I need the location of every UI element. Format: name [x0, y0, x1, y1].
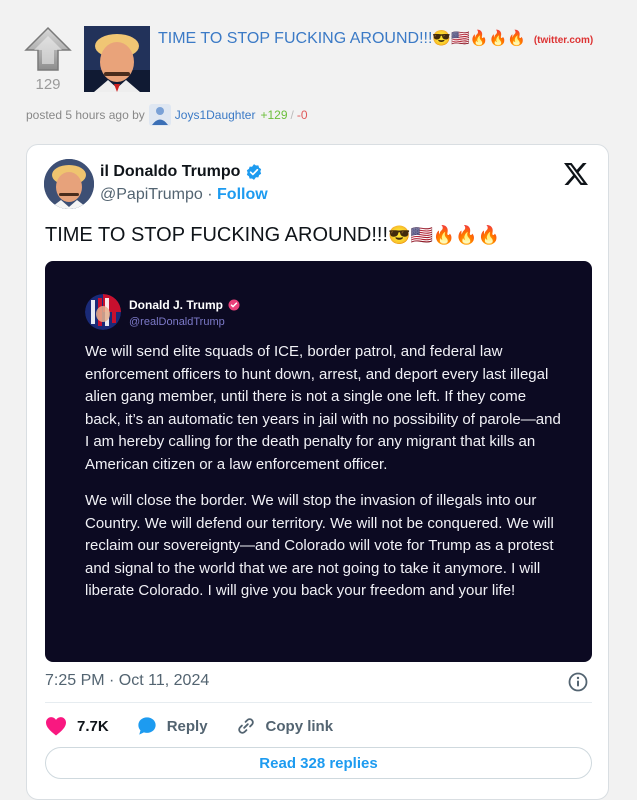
quoted-paragraph: We will send elite squads of ICE, border… — [85, 343, 561, 473]
vote-widget: 129 — [22, 26, 74, 96]
reply-button[interactable]: Reply — [137, 716, 208, 736]
copy-link-button[interactable]: Copy link — [236, 716, 334, 736]
vote-separator: / — [290, 108, 294, 122]
quoted-display-name: Donald J. Trump — [129, 298, 240, 312]
post-domain[interactable]: (twitter.com) — [534, 35, 593, 46]
handle-dot: · — [202, 186, 218, 203]
vote-score: 129 — [35, 76, 61, 93]
post-meta: posted 5 hours ago by Joys1Daughter +129… — [26, 104, 308, 126]
tweet-display-name[interactable]: il Donaldo Trumpo — [100, 163, 263, 181]
tweet-text-emoji: 😎🇺🇸🔥🔥🔥 — [388, 225, 501, 245]
quoted-author-avatar — [85, 294, 121, 330]
post-title[interactable]: TIME TO STOP FUCKING AROUND!!!😎🇺🇸🔥🔥🔥 (twi… — [158, 29, 628, 51]
read-replies-label[interactable]: Read 328 replies — [259, 755, 377, 772]
verified-badge-icon — [228, 299, 240, 311]
read-replies-button[interactable]: Read 328 replies — [45, 747, 592, 779]
x-logo-icon[interactable] — [564, 163, 588, 185]
tweet-author-avatar[interactable] — [44, 159, 94, 209]
upvote-arrow-icon[interactable] — [22, 26, 74, 72]
tweet-text: TIME TO STOP FUCKING AROUND!!!😎🇺🇸🔥🔥🔥 — [45, 224, 500, 247]
tweet-text-body: TIME TO STOP FUCKING AROUND!!! — [45, 224, 389, 246]
heart-icon — [46, 717, 66, 736]
tweet-handle-row: @PapiTrumpo · Follow — [100, 186, 268, 204]
user-avatar-icon — [148, 104, 171, 126]
tweet-timestamp[interactable]: 7:25 PM · Oct 11, 2024 — [45, 672, 209, 690]
downvote-count: -0 — [296, 108, 308, 122]
quoted-post-body: We will send elite squads of ICE, border… — [85, 341, 565, 603]
info-icon[interactable] — [568, 672, 588, 692]
quoted-post-image[interactable]: Donald J. Trump @realDonaldTrump We will… — [45, 261, 592, 662]
post-title-text[interactable]: TIME TO STOP FUCKING AROUND!!! — [158, 30, 432, 47]
like-button[interactable]: 7.7K — [45, 716, 109, 736]
follow-button[interactable]: Follow — [217, 186, 268, 203]
tweet-display-name-text[interactable]: il Donaldo Trumpo — [100, 163, 240, 181]
copy-link-label[interactable]: Copy link — [266, 718, 334, 735]
verified-badge-icon — [247, 164, 262, 180]
embedded-tweet: il Donaldo Trumpo @PapiTrumpo · Follow T… — [26, 144, 609, 800]
upvote-count: +129 — [260, 108, 288, 122]
post-title-emoji: 😎🇺🇸🔥🔥🔥 — [432, 30, 526, 47]
reply-bubble-icon — [138, 717, 156, 735]
link-icon — [237, 718, 254, 734]
like-count: 7.7K — [77, 717, 109, 735]
post-thumbnail[interactable] — [84, 26, 150, 92]
quoted-paragraph: We will close the border. We will stop t… — [85, 492, 554, 599]
reply-label[interactable]: Reply — [167, 718, 208, 735]
tweet-actions: 7.7K Reply Copy link — [45, 714, 361, 738]
post-author-link[interactable]: Joys1Daughter — [175, 108, 256, 122]
quoted-handle: @realDonaldTrump — [129, 316, 225, 328]
quoted-display-name-text: Donald J. Trump — [129, 298, 224, 312]
tweet-handle[interactable]: @PapiTrumpo — [100, 186, 203, 203]
divider — [45, 702, 592, 703]
posted-time: posted 5 hours ago by — [26, 108, 145, 122]
